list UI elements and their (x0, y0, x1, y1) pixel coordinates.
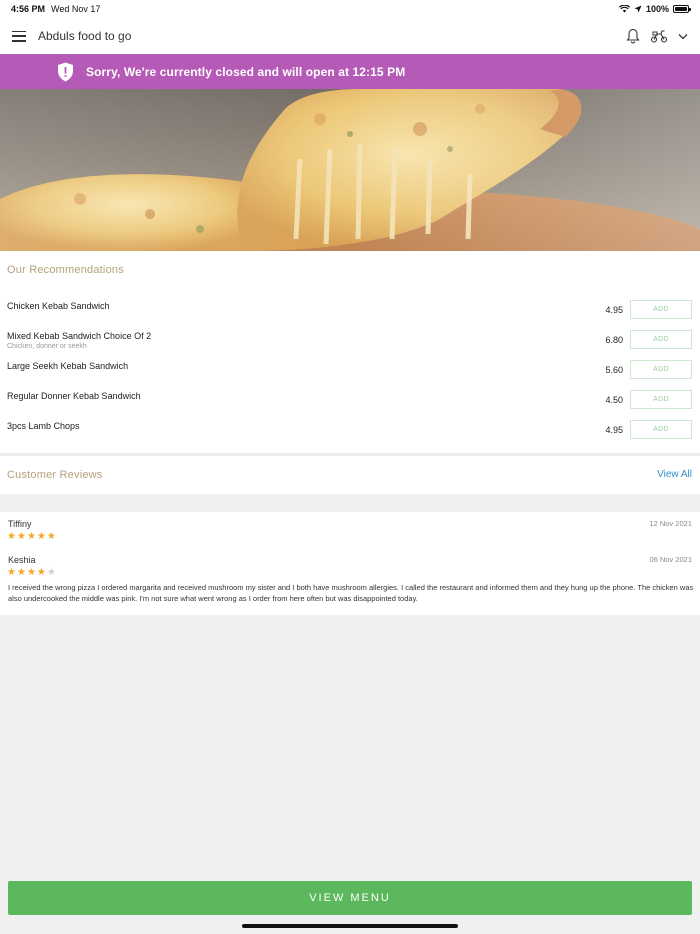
bell-icon[interactable] (626, 28, 640, 44)
item-price: 4.95 (605, 425, 623, 435)
restaurant-title: Abduls food to go (38, 29, 132, 43)
star-icon: ★ (16, 531, 26, 542)
delivery-scooter-icon[interactable] (650, 29, 668, 43)
review-date: 06 Nov 2021 (649, 555, 692, 564)
review-author: Tiffiny (8, 519, 32, 529)
item-name: Chicken Kebab Sandwich (7, 301, 110, 311)
view-menu-button[interactable]: VIEW MENU (8, 881, 692, 915)
reviews-list: Tiffiny 12 Nov 2021 ★ ★ ★ ★ ★ Keshia 06 … (0, 512, 700, 615)
chevron-down-icon[interactable] (678, 33, 688, 40)
recommendation-item: Mixed Kebab Sandwich Choice Of 2 Chicken… (0, 330, 700, 361)
location-arrow-icon (634, 5, 642, 13)
reviews-title: Customer Reviews (7, 469, 103, 481)
add-button[interactable]: ADD (630, 360, 692, 379)
closed-message: Sorry, We're currently closed and will o… (86, 64, 406, 79)
item-name: 3pcs Lamb Chops (7, 421, 80, 431)
item-name: Regular Donner Kebab Sandwich (7, 391, 141, 401)
view-all-link[interactable]: View All (657, 469, 692, 480)
review-item: Keshia 06 Nov 2021 ★ ★ ★ ★ ★ I received … (0, 555, 700, 615)
battery-percent: 100% (645, 4, 669, 14)
shield-alert-icon (58, 62, 73, 81)
star-rating: ★ ★ ★ ★ ★ (7, 532, 56, 542)
recommendation-item: 3pcs Lamb Chops 4.95 ADD (0, 420, 700, 451)
star-icon: ★ (7, 531, 16, 542)
item-price: 6.80 (605, 335, 623, 345)
item-name: Large Seekh Kebab Sandwich (7, 361, 129, 371)
recommendation-item: Regular Donner Kebab Sandwich 4.50 ADD (0, 390, 700, 421)
pizza-illustration (0, 89, 700, 251)
item-price: 4.50 (605, 395, 623, 405)
recommendation-item: Chicken Kebab Sandwich 4.95 ADD (0, 300, 700, 331)
review-author: Keshia (8, 555, 36, 565)
star-icon: ★ (26, 567, 36, 578)
item-name: Mixed Kebab Sandwich Choice Of 2 (7, 331, 152, 341)
star-icon: ★ (36, 567, 46, 578)
add-button[interactable]: ADD (630, 390, 692, 409)
battery-icon (673, 5, 691, 13)
item-price: 5.60 (605, 365, 623, 375)
star-icon: ★ (46, 531, 56, 542)
recommendations-section: Our Recommendations Chicken Kebab Sandwi… (0, 251, 700, 453)
status-time: 4:56 PM (11, 4, 46, 14)
status-right: 100% (618, 4, 691, 14)
star-icon: ★ (36, 531, 46, 542)
star-rating: ★ ★ ★ ★ ★ (7, 568, 56, 578)
add-button[interactable]: ADD (630, 300, 692, 319)
app-header: Abduls food to go (0, 18, 700, 54)
header-actions (626, 28, 688, 44)
review-date: 12 Nov 2021 (649, 519, 692, 528)
item-description: Chicken, donner or seekh (7, 343, 87, 350)
reviews-header: Customer Reviews View All (0, 456, 700, 494)
hero-pizza-image (0, 89, 700, 251)
wifi-icon (618, 5, 630, 13)
review-item: Tiffiny 12 Nov 2021 ★ ★ ★ ★ ★ (0, 519, 700, 549)
star-empty-icon: ★ (46, 567, 56, 578)
add-button[interactable]: ADD (630, 330, 692, 349)
recommendations-title: Our Recommendations (7, 264, 124, 276)
home-indicator (242, 924, 458, 928)
star-icon: ★ (7, 567, 16, 578)
add-button[interactable]: ADD (630, 420, 692, 439)
recommendation-item: Large Seekh Kebab Sandwich 5.60 ADD (0, 360, 700, 391)
status-date: Wed Nov 17 (51, 4, 101, 14)
item-price: 4.95 (605, 305, 623, 315)
closed-banner: Sorry, We're currently closed and will o… (0, 54, 700, 89)
status-bar: 4:56 PM Wed Nov 17 100% (0, 0, 700, 18)
star-icon: ★ (26, 531, 36, 542)
star-icon: ★ (16, 567, 26, 578)
review-body: I received the wrong pizza I ordered mar… (8, 583, 694, 603)
hamburger-menu-icon[interactable] (12, 30, 26, 42)
